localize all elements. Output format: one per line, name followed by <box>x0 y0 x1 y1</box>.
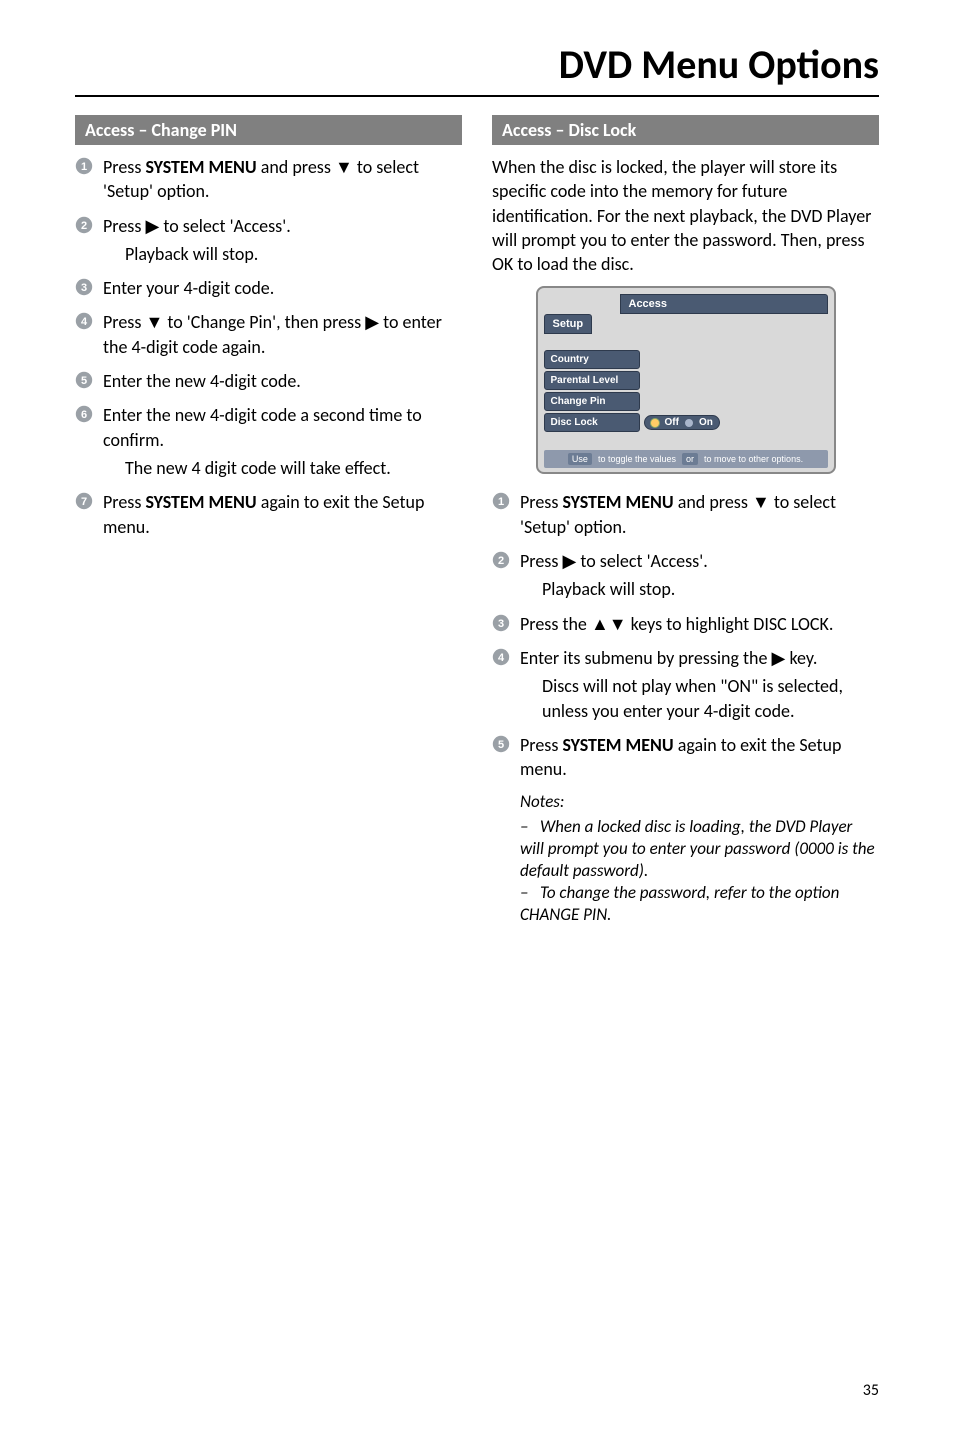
ui-row-label: Change Pin <box>544 392 640 411</box>
ui-top-bar: Access <box>620 294 828 314</box>
ui-screenshot: Setup Access Country Parental Level Chan… <box>536 286 836 474</box>
ui-row: Country <box>544 350 828 369</box>
notes-item-2: – To change the password, refer to the o… <box>520 882 879 926</box>
ui-row-value: Off On <box>644 414 828 432</box>
ui-option-label: On <box>699 417 713 428</box>
notes-heading: Notes: <box>520 791 879 813</box>
ui-footer-key: Use <box>568 453 592 465</box>
right-step-4-sub: Discs will not play when "ON" is selecte… <box>492 674 879 723</box>
svg-text:1: 1 <box>498 496 504 508</box>
svg-text:2: 2 <box>498 555 504 567</box>
ui-row-label: Country <box>544 350 640 369</box>
svg-text:7: 7 <box>81 496 87 508</box>
svg-text:4: 4 <box>498 652 505 664</box>
ui-option-dot <box>685 419 693 427</box>
right-step-4: 4 Enter its submenu by pressing the ▶ ke… <box>492 646 879 670</box>
svg-text:3: 3 <box>81 282 87 294</box>
step-badge-7: 7 <box>75 492 93 510</box>
step-badge-3: 3 <box>492 614 510 632</box>
right-step-5: 5 Press SYSTEM MENU again to exit the Se… <box>492 733 879 782</box>
left-section-header: Access – Change PIN <box>75 115 462 145</box>
step-badge-2: 2 <box>492 551 510 569</box>
left-step-6: 6 Enter the new 4-digit code a second ti… <box>75 403 462 452</box>
ui-footer-text: to move to other options. <box>704 454 803 464</box>
ui-option-pill: Off On <box>644 415 720 430</box>
left-step-5: 5 Enter the new 4-digit code. <box>75 369 462 393</box>
right-section-header: Access – Disc Lock <box>492 115 879 145</box>
svg-text:4: 4 <box>81 316 88 328</box>
ui-row: Change Pin <box>544 392 828 411</box>
svg-text:1: 1 <box>81 161 87 173</box>
page-number: 35 <box>863 1381 879 1400</box>
left-step-1: 1 Press SYSTEM MENU and press ▼ to selec… <box>75 155 462 204</box>
ui-row-label: Parental Level <box>544 371 640 390</box>
step-badge-3: 3 <box>75 278 93 296</box>
notes-block: Notes: – When a locked disc is loading, t… <box>492 791 879 926</box>
right-step-3: 3 Press the ▲▼ keys to highlight DISC LO… <box>492 612 879 636</box>
ui-option-dot <box>651 419 659 427</box>
step-badge-6: 6 <box>75 405 93 423</box>
ui-option-label: Off <box>665 417 679 428</box>
left-step-2: 2 Press ▶ to select 'Access'. <box>75 214 462 238</box>
svg-text:5: 5 <box>81 375 87 387</box>
ui-row-label: Disc Lock <box>544 413 640 432</box>
right-step-2: 2 Press ▶ to select 'Access'. <box>492 549 879 573</box>
ui-top-tab: Setup <box>544 314 593 334</box>
step-badge-2: 2 <box>75 216 93 234</box>
right-step-2-sub: Playback will stop. <box>492 577 879 601</box>
svg-text:5: 5 <box>498 739 504 751</box>
step-badge-4: 4 <box>75 312 93 330</box>
step-badge-1: 1 <box>492 492 510 510</box>
ui-row: Disc Lock Off On <box>544 413 828 432</box>
left-step-4: 4 Press ▼ to 'Change Pin', then press ▶ … <box>75 310 462 359</box>
step-badge-4: 4 <box>492 648 510 666</box>
notes-item-1: – When a locked disc is loading, the DVD… <box>520 816 879 882</box>
step-badge-5: 5 <box>75 371 93 389</box>
svg-text:3: 3 <box>498 618 504 630</box>
svg-text:6: 6 <box>81 409 87 421</box>
page-title: DVD Menu Options <box>559 40 879 89</box>
ui-footer-text: to toggle the values <box>598 454 676 464</box>
svg-text:2: 2 <box>81 220 87 232</box>
title-rule <box>75 95 879 97</box>
left-step-2-sub: Playback will stop. <box>75 242 462 266</box>
left-step-6-sub: The new 4 digit code will take effect. <box>75 456 462 480</box>
left-step-3: 3 Enter your 4-digit code. <box>75 276 462 300</box>
step-badge-1: 1 <box>75 157 93 175</box>
step-badge-5: 5 <box>492 735 510 753</box>
right-intro: When the disc is locked, the player will… <box>492 155 879 276</box>
right-step-1: 1 Press SYSTEM MENU and press ▼ to selec… <box>492 490 879 539</box>
ui-row: Parental Level <box>544 371 828 390</box>
ui-footer-key: or <box>682 453 698 465</box>
ui-footer: Use to toggle the values or to move to o… <box>544 450 828 468</box>
left-step-7: 7 Press SYSTEM MENU again to exit the Se… <box>75 490 462 539</box>
